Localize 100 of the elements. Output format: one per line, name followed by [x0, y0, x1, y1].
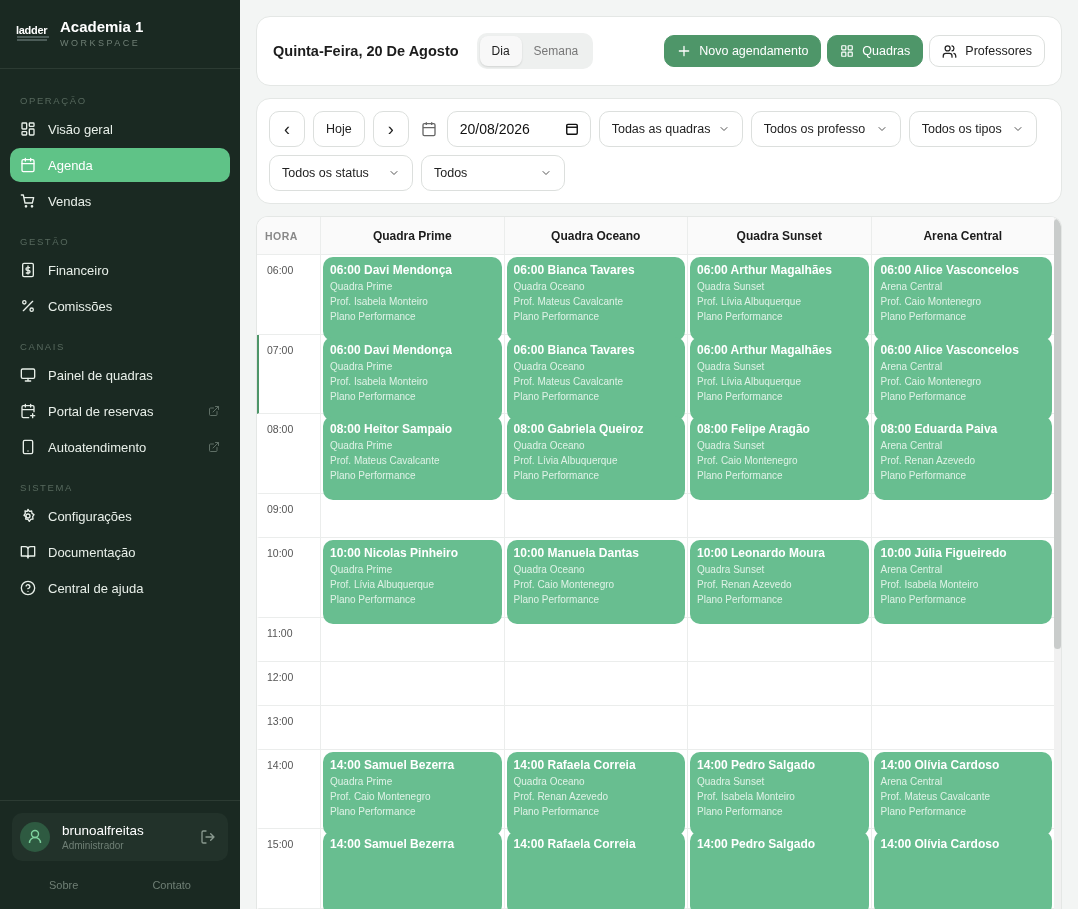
- booking-plan: Plano Performance: [880, 470, 968, 482]
- booking-teacher: Prof. Caio Montenegro: [880, 296, 983, 307]
- footer-link[interactable]: Contato: [152, 879, 191, 891]
- sidebar-item[interactable]: Painel de quadras: [10, 358, 230, 392]
- column-header: Quadra Prime: [320, 217, 504, 255]
- booking-card[interactable]: 06:00 Bianca Tavares Quadra Oceano Prof. Mateus Cavalcante Plano Performance: [506, 336, 685, 421]
- booking-card[interactable]: 10:00 Manuela Dantas Quadra Oceano Prof. Caio Montenegro Plano Performance: [506, 540, 685, 624]
- booking-title: 06:00 Arthur Magalhães: [697, 342, 833, 357]
- booking-card[interactable]: 14:00 Samuel Bezerra: [323, 831, 502, 909]
- booking-plan: Plano Performance: [330, 390, 417, 402]
- column-header: Quadra Sunset: [687, 217, 871, 255]
- booking-teacher: Prof. Renan Azevedo: [513, 790, 609, 802]
- booking-title: 10:00 Leonardo Moura: [697, 546, 827, 560]
- filter-dropdown[interactable]: Todas as quadras: [598, 111, 743, 147]
- booking-teacher: Prof. Lívia Albuquerque: [697, 296, 802, 307]
- time-label: 14:00: [257, 749, 320, 830]
- gear-icon: [20, 508, 36, 524]
- booking-teacher: Prof. Caio Montenegro: [513, 579, 616, 590]
- users-icon: [942, 43, 958, 59]
- booking-card[interactable]: 06:00 Arthur Magalhães Quadra Sunset Prof. Lívia Albuquerque Plano Performance: [690, 336, 869, 421]
- booking-court: Quadra Prime: [330, 281, 394, 292]
- booking-card[interactable]: 14:00 Olívia Cardoso: [873, 831, 1052, 909]
- logout-icon[interactable]: [200, 829, 216, 845]
- booking-title: 06:00 Bianca Tavares: [513, 342, 636, 357]
- section-title: GESTÃO: [19, 235, 71, 249]
- sidebar-item[interactable]: Financeiro: [10, 253, 230, 287]
- booking-card[interactable]: 14:00 Pedro Salgado Quadra Sunset Prof. Isabela Monteiro Plano Performance: [690, 751, 869, 836]
- filter-dropdown[interactable]: Todos os professo: [750, 111, 901, 147]
- booking-teacher: Prof. Lívia Albuquerque: [513, 455, 619, 467]
- booking-card[interactable]: 10:00 Leonardo Moura Quadra Sunset Prof. Renan Azevedo Plano Performance: [690, 540, 869, 624]
- workspace-name: Academia 1: [60, 18, 144, 35]
- today-button[interactable]: Hoje: [313, 111, 365, 147]
- date-field[interactable]: 20/08/2026: [446, 111, 591, 147]
- column-header: Arena Central: [870, 217, 1054, 255]
- booking-title: 10:00 Nicolas Pinheiro: [330, 546, 460, 560]
- scrollbar-thumb[interactable]: [1054, 219, 1061, 649]
- calendar-icon[interactable]: [564, 122, 579, 136]
- booking-title: 10:00 Manuela Dantas: [513, 546, 640, 560]
- view-button[interactable]: Professores: [929, 35, 1045, 67]
- sidebar-item[interactable]: Autoatendimento: [10, 430, 230, 464]
- booking-card[interactable]: 08:00 Heitor Sampaio Quadra Prime Prof. Mateus Cavalcante Plano Performance: [323, 416, 502, 501]
- booking-card[interactable]: 14:00 Olívia Cardoso Arena Central Prof. Mateus Cavalcante Plano Performance: [873, 751, 1052, 836]
- filter-dropdown[interactable]: Todos: [421, 155, 565, 191]
- help-icon: [20, 580, 36, 596]
- booking-plan: Plano Performance: [513, 470, 601, 482]
- booking-teacher: Prof. Mateus Cavalcante: [513, 296, 624, 307]
- booking-title: 08:00 Eduarda Paiva: [880, 422, 999, 437]
- time-label: 06:00: [257, 255, 320, 335]
- booking-title: 06:00 Bianca Tavares: [513, 263, 636, 277]
- sidebar-item[interactable]: Central de ajuda: [10, 571, 230, 605]
- booking-teacher: Prof. Renan Azevedo: [880, 455, 976, 467]
- booking-teacher: Prof. Isabela Monteiro: [330, 296, 429, 307]
- footer-link[interactable]: Sobre: [49, 879, 79, 891]
- booking-court: Arena Central: [880, 281, 944, 292]
- booking-card[interactable]: 08:00 Felipe Aragão Quadra Sunset Prof. Caio Montenegro Plano Performance: [690, 416, 869, 501]
- sidebar-item[interactable]: Visão geral: [10, 112, 230, 146]
- booking-plan: Plano Performance: [697, 390, 784, 402]
- mode-tab[interactable]: Semana: [521, 36, 591, 66]
- sidebar-item[interactable]: Documentação: [10, 535, 230, 569]
- booking-court: Quadra Prime: [330, 360, 394, 372]
- phone-icon: [20, 439, 36, 455]
- booking-card[interactable]: 06:00 Alice Vasconcelos Arena Central Prof. Caio Montenegro Plano Performance: [873, 336, 1052, 421]
- booking-card[interactable]: 06:00 Davi Mendonça Quadra Prime Prof. Isabela Monteiro Plano Performance: [323, 257, 502, 341]
- book-icon: [20, 544, 36, 560]
- section-title: SISTEMA: [19, 481, 74, 495]
- grid-icon: [840, 44, 855, 58]
- booking-card[interactable]: 06:00 Bianca Tavares Quadra Oceano Prof. Mateus Cavalcante Plano Performance: [506, 257, 685, 341]
- next-button[interactable]: ›: [372, 111, 409, 147]
- booking-plan: Plano Performance: [513, 805, 601, 817]
- booking-card[interactable]: 06:00 Arthur Magalhães Quadra Sunset Prof. Lívia Albuquerque Plano Performance: [690, 257, 869, 341]
- booking-card[interactable]: 14:00 Rafaela Correia: [506, 831, 685, 909]
- booking-card[interactable]: 14:00 Samuel Bezerra Quadra Prime Prof. Caio Montenegro Plano Performance: [323, 751, 502, 836]
- booking-card[interactable]: 08:00 Eduarda Paiva Arena Central Prof. Renan Azevedo Plano Performance: [873, 416, 1052, 501]
- booking-card[interactable]: 10:00 Nicolas Pinheiro Quadra Prime Prof. Lívia Albuquerque Plano Performance: [323, 540, 502, 624]
- booking-card[interactable]: 06:00 Davi Mendonça Quadra Prime Prof. Isabela Monteiro Plano Performance: [323, 336, 502, 421]
- user-name: brunoalfreitas: [62, 823, 145, 838]
- booking-card[interactable]: 14:00 Rafaela Correia Quadra Oceano Prof. Renan Azevedo Plano Performance: [506, 751, 685, 836]
- new-booking-button[interactable]: Novo agendamento: [664, 35, 822, 67]
- sidebar-item[interactable]: Configurações: [10, 499, 230, 533]
- booking-card[interactable]: 14:00 Pedro Salgado: [690, 831, 869, 909]
- time-label: 11:00: [257, 617, 320, 662]
- sidebar-item[interactable]: Agenda: [10, 148, 230, 182]
- booking-card[interactable]: 10:00 Júlia Figueiredo Arena Central Prof. Isabela Monteiro Plano Performance: [873, 540, 1052, 624]
- mode-tab[interactable]: Dia: [479, 36, 522, 66]
- booking-card[interactable]: 08:00 Gabriela Queiroz Quadra Oceano Prof. Lívia Albuquerque Plano Performance: [506, 416, 685, 501]
- booking-plan: Plano Performance: [697, 311, 784, 322]
- booking-card[interactable]: 06:00 Alice Vasconcelos Arena Central Prof. Caio Montenegro Plano Performance: [873, 257, 1052, 341]
- previous-button[interactable]: ‹: [269, 111, 305, 147]
- sidebar-item[interactable]: Portal de reservas: [10, 394, 230, 428]
- booking-teacher: Prof. Mateus Cavalcante: [330, 455, 441, 467]
- sidebar-item[interactable]: Comissões: [10, 289, 230, 323]
- booking-plan: Plano Performance: [513, 311, 601, 322]
- view-button[interactable]: Quadras: [827, 35, 924, 67]
- filter-dropdown[interactable]: Todos os tipos: [908, 111, 1037, 147]
- plus-icon: [677, 44, 692, 58]
- booking-teacher: Prof. Mateus Cavalcante: [513, 375, 624, 387]
- booking-court: Quadra Sunset: [697, 564, 766, 575]
- filter-dropdown[interactable]: Todos os status: [269, 155, 413, 191]
- booking-teacher: Prof. Isabela Monteiro: [697, 790, 796, 802]
- sidebar-item[interactable]: Vendas: [10, 184, 230, 218]
